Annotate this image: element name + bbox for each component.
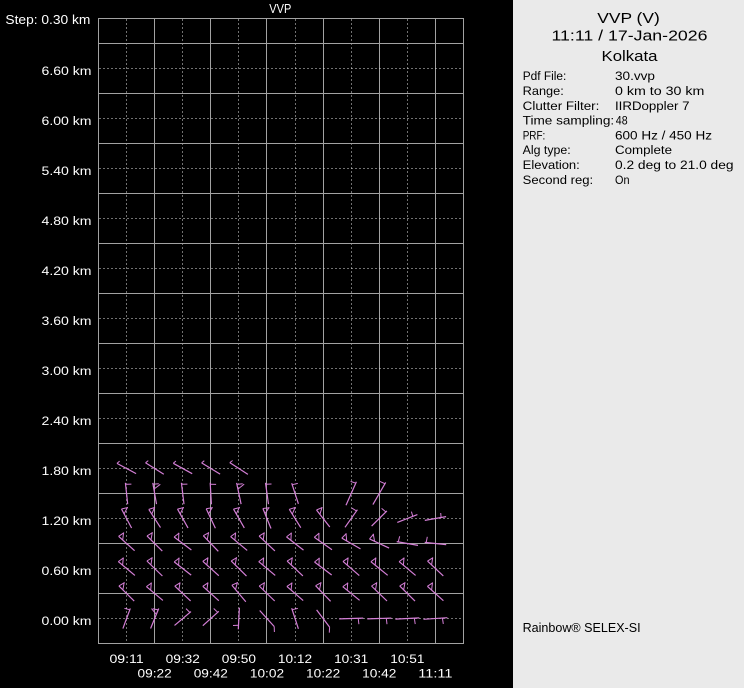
svg-text:09:11: 09:11 — [109, 652, 143, 666]
svg-text:Elevation:: Elevation: — [523, 158, 580, 172]
svg-text:3.00 km: 3.00 km — [42, 364, 92, 378]
svg-text:4.80 km: 4.80 km — [42, 214, 92, 228]
svg-text:Rainbow® SELEX-SI: Rainbow® SELEX-SI — [523, 620, 641, 635]
svg-text:Step: 0.30 km: Step: 0.30 km — [5, 12, 90, 27]
svg-text:VVP: VVP — [269, 2, 291, 16]
svg-text:Kolkata: Kolkata — [602, 48, 659, 65]
svg-text:Second reg:: Second reg: — [523, 173, 594, 187]
svg-text:IIRDoppler 7: IIRDoppler 7 — [615, 99, 690, 113]
svg-text:11:11: 11:11 — [418, 667, 452, 681]
svg-text:Complete: Complete — [615, 143, 672, 157]
svg-text:11:11 / 17-Jan-2026: 11:11 / 17-Jan-2026 — [552, 28, 708, 45]
svg-text:PRF:: PRF: — [523, 128, 546, 142]
svg-text:09:50: 09:50 — [222, 652, 256, 666]
svg-text:0.00 km: 0.00 km — [42, 614, 92, 628]
svg-text:09:32: 09:32 — [166, 652, 200, 666]
svg-text:48: 48 — [616, 114, 628, 128]
svg-text:5.40 km: 5.40 km — [42, 164, 92, 178]
svg-text:600 Hz / 450 Hz: 600 Hz / 450 Hz — [615, 128, 712, 142]
svg-text:Pdf File:: Pdf File: — [523, 69, 567, 83]
svg-text:10:22: 10:22 — [306, 667, 340, 681]
svg-text:0.60 km: 0.60 km — [42, 564, 92, 578]
svg-text:2.40 km: 2.40 km — [42, 414, 92, 428]
svg-text:Range:: Range: — [523, 84, 564, 98]
svg-text:0.2 deg to 21.0 deg: 0.2 deg to 21.0 deg — [615, 158, 734, 172]
svg-text:30.vvp: 30.vvp — [615, 69, 655, 83]
svg-text:1.80 km: 1.80 km — [42, 464, 92, 478]
svg-text:VVP (V): VVP (V) — [597, 10, 660, 27]
svg-text:3.60 km: 3.60 km — [42, 314, 92, 328]
svg-text:09:42: 09:42 — [194, 667, 228, 681]
svg-text:10:02: 10:02 — [250, 667, 284, 681]
svg-text:Time sampling:: Time sampling: — [523, 114, 615, 128]
svg-text:6.00 km: 6.00 km — [42, 114, 92, 128]
svg-text:10:12: 10:12 — [278, 652, 312, 666]
svg-text:0 km to 30 km: 0 km to 30 km — [615, 84, 704, 98]
svg-text:10:31: 10:31 — [334, 652, 368, 666]
svg-text:09:22: 09:22 — [138, 667, 172, 681]
svg-text:4.20 km: 4.20 km — [42, 264, 92, 278]
svg-text:6.60 km: 6.60 km — [42, 64, 92, 78]
svg-text:10:51: 10:51 — [390, 652, 424, 666]
svg-text:Alg type:: Alg type: — [523, 143, 571, 157]
svg-text:1.20 km: 1.20 km — [42, 514, 92, 528]
svg-text:10:42: 10:42 — [362, 667, 396, 681]
svg-text:Clutter Filter:: Clutter Filter: — [523, 99, 600, 113]
svg-text:On: On — [615, 173, 630, 187]
